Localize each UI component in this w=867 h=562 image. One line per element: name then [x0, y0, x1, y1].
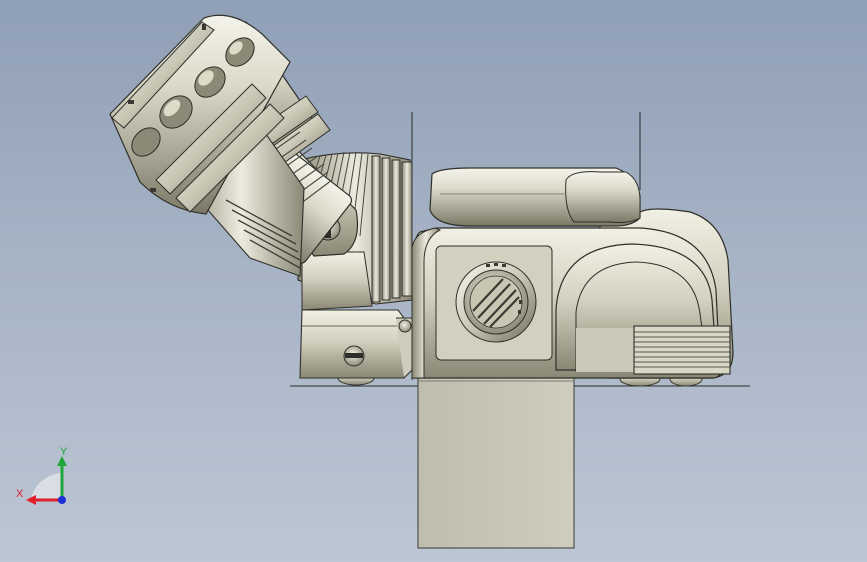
z-axis-dot	[58, 496, 66, 504]
base-stand-block[interactable]	[417, 377, 575, 549]
cad-model-scene[interactable]: Y X	[0, 0, 867, 562]
cooling-grille	[633, 325, 731, 375]
adjustment-knob[interactable]	[455, 261, 537, 343]
coordinate-triad[interactable]: Y X	[16, 446, 68, 505]
y-axis-label: Y	[60, 446, 68, 458]
x-axis-label: X	[16, 488, 24, 500]
top-cylinder-tube[interactable]	[429, 167, 641, 227]
clamp-screw[interactable]	[343, 345, 365, 367]
clamp-base-block[interactable]	[299, 309, 413, 379]
cad-viewport[interactable]: Y X	[0, 0, 867, 562]
